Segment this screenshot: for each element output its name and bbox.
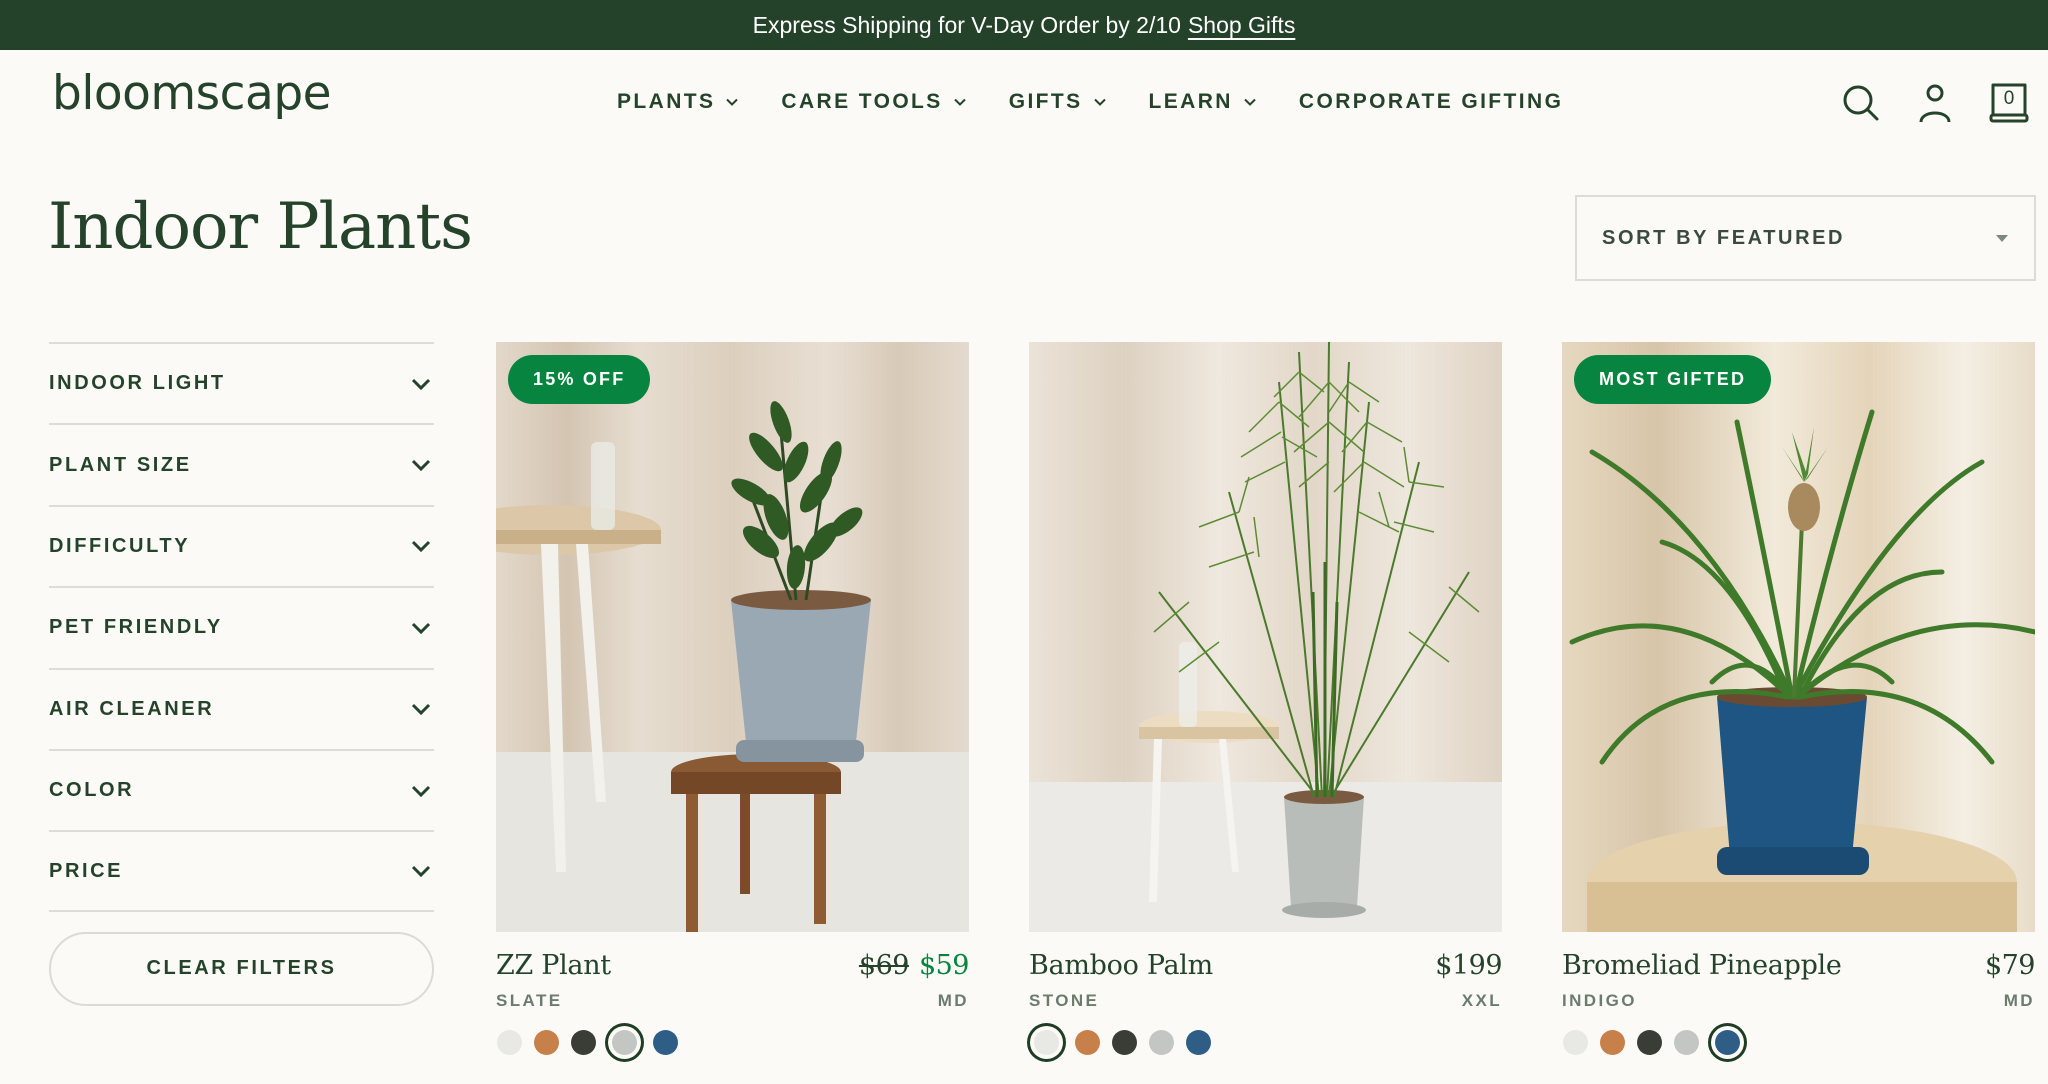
main-nav: PLANTS CARE TOOLS GIFTS LEARN CORPORATE … — [617, 90, 1605, 114]
filter-label: DIFFICULTY — [49, 534, 191, 557]
bamboo-palm-photo — [1029, 342, 1502, 932]
color-swatches — [1562, 1030, 2035, 1055]
filter-pet-friendly[interactable]: PET FRIENDLY — [49, 586, 434, 667]
filter-difficulty[interactable]: DIFFICULTY — [49, 504, 434, 586]
pot-color-name: STONE — [1029, 991, 1100, 1010]
chevron-down-icon — [411, 785, 431, 797]
nav-label: GIFTS — [1008, 90, 1083, 113]
nav-plants[interactable]: PLANTS — [617, 90, 739, 114]
header-icons: 0 — [1840, 82, 2030, 124]
filter-label: INDOOR LIGHT — [49, 372, 226, 395]
shop-gifts-link[interactable]: Shop Gifts — [1188, 12, 1295, 39]
swatch-charcoal[interactable] — [1112, 1030, 1137, 1055]
swatch-clay[interactable] — [1075, 1030, 1100, 1055]
chevron-down-icon — [726, 98, 739, 106]
clear-filters-button[interactable]: CLEAR FILTERS — [49, 931, 434, 1006]
nav-gifts[interactable]: GIFTS — [1009, 90, 1107, 114]
nav-learn[interactable]: LEARN — [1149, 90, 1257, 114]
discount-badge: 15% OFF — [508, 355, 651, 404]
swatch-slate[interactable] — [1674, 1030, 1699, 1055]
sort-dropdown[interactable]: SORT BY FEATURED — [1575, 195, 2036, 281]
zz-plant-photo — [496, 342, 969, 932]
color-swatches — [496, 1030, 969, 1055]
product-name[interactable]: Bromeliad Pineapple — [1562, 950, 1842, 981]
chevron-down-icon — [411, 460, 431, 472]
nav-label: LEARN — [1148, 90, 1233, 113]
swatch-charcoal[interactable] — [571, 1030, 596, 1055]
product-price: $199 — [1435, 950, 1502, 981]
chevron-down-icon — [411, 865, 431, 878]
product-name[interactable]: ZZ Plant — [496, 950, 611, 981]
most-gifted-badge: MOST GIFTED — [1574, 355, 1772, 404]
swatch-stone[interactable] — [497, 1030, 522, 1055]
account-icon[interactable] — [1914, 82, 1956, 124]
product-card-zz-plant: 15% OFF ZZ Plant $69 $59 SLATE MD — [496, 342, 970, 1055]
product-price: $69 $59 — [858, 950, 970, 981]
chevron-down-icon — [411, 622, 431, 634]
swatch-indigo[interactable] — [1186, 1030, 1211, 1055]
dropdown-arrow-icon — [1996, 234, 2008, 242]
filter-label: AIR CLEANER — [49, 697, 215, 720]
product-image[interactable] — [1029, 342, 1502, 932]
product-name[interactable]: Bamboo Palm — [1029, 950, 1213, 981]
filter-label: PLANT SIZE — [49, 453, 192, 476]
product-image[interactable]: MOST GIFTED — [1562, 342, 2035, 932]
cart-count: 0 — [2003, 88, 2015, 109]
cart-button[interactable]: 0 — [1988, 82, 2030, 124]
chevron-down-icon — [411, 704, 431, 716]
original-price: $69 — [858, 950, 910, 981]
promo-text: Express Shipping for V-Day Order by 2/10 — [752, 11, 1181, 38]
color-swatches — [1029, 1030, 1502, 1055]
product-card-bromeliad-pineapple: MOST GIFTED Bromeliad Pineapple $79 INDI… — [1562, 342, 2036, 1055]
swatch-stone[interactable] — [1563, 1030, 1588, 1055]
promo-bar: Express Shipping for V-Day Order by 2/10… — [0, 0, 2048, 50]
product-image[interactable]: 15% OFF — [496, 342, 969, 932]
filter-label: PRICE — [49, 859, 124, 882]
chevron-down-icon — [953, 98, 966, 106]
nav-label: PLANTS — [617, 90, 716, 113]
filter-sidebar: INDOOR LIGHT PLANT SIZE DIFFICULTY PET F… — [49, 342, 434, 1006]
filter-air-cleaner[interactable]: AIR CLEANER — [49, 667, 434, 749]
chevron-down-icon — [1244, 98, 1256, 106]
swatch-clay[interactable] — [534, 1030, 559, 1055]
swatch-clay[interactable] — [1600, 1030, 1625, 1055]
swatch-stone[interactable] — [1034, 1030, 1059, 1055]
pot-color-name: SLATE — [496, 991, 563, 1010]
swatch-indigo[interactable] — [1715, 1030, 1740, 1055]
logo[interactable]: bloomscape — [52, 66, 332, 121]
pot-color-name: INDIGO — [1562, 991, 1637, 1010]
product-price: $79 — [1984, 950, 2036, 981]
sort-label: SORT BY FEATURED — [1602, 226, 1846, 249]
filter-price[interactable]: PRICE — [49, 830, 434, 912]
search-icon[interactable] — [1840, 82, 1882, 124]
product-card-bamboo-palm: Bamboo Palm $199 STONE XXL — [1029, 342, 1502, 1055]
nav-label: CARE TOOLS — [781, 90, 943, 113]
chevron-down-icon — [1093, 98, 1106, 106]
plant-size: MD — [2003, 991, 2035, 1010]
filter-indoor-light[interactable]: INDOOR LIGHT — [49, 342, 434, 423]
nav-corporate-gifting[interactable]: CORPORATE GIFTING — [1299, 90, 1563, 114]
plant-size: XXL — [1461, 991, 1502, 1010]
page-title: Indoor Plants — [48, 190, 473, 264]
chevron-down-icon — [411, 541, 431, 553]
filter-color[interactable]: COLOR — [49, 748, 434, 830]
nav-care-tools[interactable]: CARE TOOLS — [781, 90, 966, 114]
filter-plant-size[interactable]: PLANT SIZE — [49, 423, 434, 504]
swatch-slate[interactable] — [1149, 1030, 1174, 1055]
swatch-charcoal[interactable] — [1637, 1030, 1662, 1055]
swatch-slate[interactable] — [612, 1030, 637, 1055]
sale-price: $59 — [918, 950, 970, 981]
filter-label: PET FRIENDLY — [49, 616, 223, 639]
chevron-down-icon — [411, 378, 431, 390]
plant-size: MD — [937, 991, 969, 1010]
filter-label: COLOR — [49, 779, 135, 802]
swatch-indigo[interactable] — [653, 1030, 678, 1055]
nav-label: CORPORATE GIFTING — [1298, 90, 1564, 113]
bromeliad-photo — [1562, 342, 2035, 932]
